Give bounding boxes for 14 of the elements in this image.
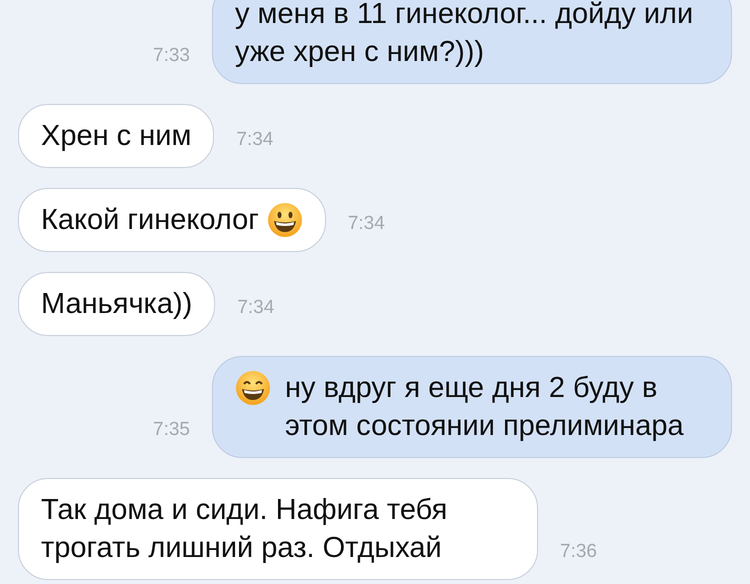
message-text: Хрен с ним xyxy=(41,119,192,154)
message-time: 7:33 xyxy=(153,44,190,68)
message-time: 7:34 xyxy=(236,128,274,152)
message-time: 7:35 xyxy=(153,418,190,442)
message-text: Какой гинеколог xyxy=(41,203,259,238)
message-time: 7:36 xyxy=(560,540,597,564)
message-text: у меня в 11 гинеколог... дойду или уже хрен с ним?))) xyxy=(235,0,694,70)
message-text: Маньячка)) xyxy=(41,287,192,322)
grinning-face-icon xyxy=(266,202,303,238)
grinning-face-icon xyxy=(235,370,271,406)
message-text: Так дома и сиди. Нафига тебя трогать лишний раз. Отдыхай xyxy=(41,493,448,566)
message-time: 7:34 xyxy=(237,296,274,320)
message-text: ну вдруг я еще дня 2 буду в этом состоянии прелиминара xyxy=(285,371,685,444)
message-time: 7:34 xyxy=(348,212,385,236)
